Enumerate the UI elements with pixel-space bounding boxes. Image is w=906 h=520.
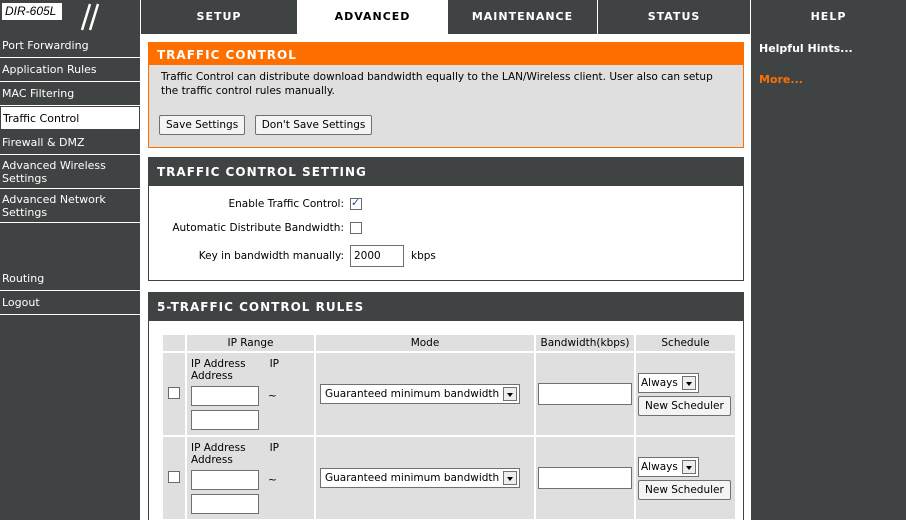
schedule-header: Schedule (636, 335, 735, 351)
ip-start-input[interactable] (191, 470, 259, 490)
manual-bandwidth-label: Key in bandwidth manually: (198, 250, 344, 262)
ip-range-header: IP Range (187, 335, 314, 351)
manual-bandwidth-row: Key in bandwidth manually: 2000 kbps (149, 245, 436, 267)
sidebar-item-label: Application Rules (2, 63, 97, 76)
sidebar-item-advanced-wireless[interactable]: Advanced Wireless Settings (0, 155, 140, 189)
auto-distribute-label: Automatic Distribute Bandwidth: (172, 222, 344, 234)
logo-slash-icon (80, 3, 100, 31)
sidebar-item-logout[interactable]: Logout (0, 291, 140, 315)
schedule-select-value: Always (641, 460, 678, 473)
mode-select-value: Guaranteed minimum bandwidth (325, 388, 500, 400)
range-separator: ~ (268, 390, 277, 402)
table-row: IP Address IP Address ~ Guaranteed minim… (163, 353, 735, 435)
main-content: TRAFFIC CONTROL Traffic Control can dist… (140, 34, 750, 520)
sidebar-item-label: Firewall & DMZ (2, 136, 85, 149)
enable-traffic-control-row: Enable Traffic Control: (149, 196, 362, 210)
sidebar-item-label: Port Forwarding (2, 39, 89, 52)
mode-select[interactable]: Guaranteed minimum bandwidth (320, 384, 521, 404)
new-scheduler-button[interactable]: New Scheduler (638, 395, 731, 416)
chevron-down-icon[interactable] (681, 459, 696, 474)
section-title: TRAFFIC CONTROL SETTING (149, 158, 743, 186)
sidebar-item-advanced-network[interactable]: Advanced Network Settings (0, 189, 140, 223)
manual-bandwidth-input[interactable]: 2000 (350, 245, 404, 267)
address-label: Address (191, 370, 233, 382)
ip-start-input[interactable] (191, 386, 259, 406)
model-logo: DIR-605L (2, 3, 62, 20)
ip-address-label: IP Address (191, 358, 246, 370)
schedule-select-value: Always (641, 376, 678, 389)
ip-label: IP (269, 442, 279, 454)
sidebar-item-traffic-control[interactable]: Traffic Control (0, 106, 140, 130)
tab-status[interactable]: STATUS (597, 0, 750, 34)
helpful-hints-panel: Helpful Hints... More... (750, 34, 906, 520)
sidebar-item-port-forwarding[interactable]: Port Forwarding (0, 34, 140, 58)
auto-distribute-checkbox[interactable] (350, 222, 362, 234)
mode-select[interactable]: Guaranteed minimum bandwidth (320, 468, 521, 488)
sidebar: Port Forwarding Application Rules MAC Fi… (0, 34, 140, 520)
rules-header-row: IP Range Mode Bandwidth(kbps) Schedule (163, 335, 735, 351)
section-title: TRAFFIC CONTROL (149, 43, 743, 65)
helpful-hints-title: Helpful Hints... (759, 42, 853, 55)
tab-advanced[interactable]: ADVANCED (297, 0, 447, 34)
dont-save-settings-button[interactable]: Don't Save Settings (254, 115, 373, 135)
save-settings-button[interactable]: Save Settings (159, 115, 246, 135)
chevron-down-icon[interactable] (503, 387, 518, 401)
bandwidth-input[interactable] (538, 383, 632, 405)
sidebar-item-label: Routing (2, 272, 45, 285)
chevron-down-icon[interactable] (681, 375, 696, 390)
enable-traffic-control-label: Enable Traffic Control: (228, 198, 344, 210)
ip-end-input[interactable] (191, 494, 259, 514)
new-scheduler-button[interactable]: New Scheduler (638, 479, 731, 500)
enable-traffic-control-checkbox[interactable] (350, 196, 362, 210)
auto-distribute-row: Automatic Distribute Bandwidth: (149, 222, 362, 234)
tab-setup[interactable]: SETUP (140, 0, 297, 34)
more-link[interactable]: More... (759, 73, 803, 86)
rules-table: IP Range Mode Bandwidth(kbps) Schedule I… (161, 333, 737, 520)
sidebar-item-firewall-dmz[interactable]: Firewall & DMZ (0, 131, 140, 155)
sidebar-item-label: MAC Filtering (2, 87, 75, 100)
logo-area: DIR-605L (0, 0, 140, 34)
bandwidth-input[interactable] (538, 467, 632, 489)
sidebar-item-label: Advanced Network Settings (2, 192, 106, 219)
bandwidth-header: Bandwidth(kbps) (536, 335, 634, 351)
sidebar-item-routing[interactable]: Routing (0, 267, 140, 291)
sidebar-item-application-rules[interactable]: Application Rules (0, 58, 140, 82)
sidebar-item-label: Traffic Control (3, 111, 80, 125)
tab-maintenance[interactable]: MAINTENANCE (447, 0, 597, 34)
table-row: IP Address IP Address ~ Guaranteed minim… (163, 437, 735, 519)
traffic-control-rules-section: 5-TRAFFIC CONTROL RULES IP Range Mode Ba… (148, 292, 744, 520)
sidebar-item-label: Advanced Wireless Settings (2, 158, 106, 185)
section-title: 5-TRAFFIC CONTROL RULES (149, 293, 743, 321)
mode-select-value: Guaranteed minimum bandwidth (325, 472, 500, 484)
ip-label: IP (269, 358, 279, 370)
chevron-down-icon[interactable] (503, 471, 518, 485)
rule-enable-checkbox[interactable] (168, 470, 180, 483)
rule-enable-checkbox[interactable] (168, 386, 180, 399)
schedule-select[interactable]: Always (638, 456, 699, 477)
ip-address-label: IP Address (191, 442, 246, 454)
address-label: Address (191, 454, 233, 466)
schedule-select[interactable]: Always (638, 372, 699, 393)
manual-bandwidth-unit: kbps (411, 250, 436, 262)
traffic-control-setting-section: TRAFFIC CONTROL SETTING Enable Traffic C… (148, 157, 744, 281)
traffic-control-section: TRAFFIC CONTROL Traffic Control can dist… (148, 42, 744, 148)
range-separator: ~ (268, 474, 277, 486)
sidebar-item-label: Logout (2, 296, 40, 309)
tab-help[interactable]: HELP (750, 0, 906, 34)
ip-end-input[interactable] (191, 410, 259, 430)
mode-header: Mode (316, 335, 534, 351)
section-description: Traffic Control can distribute download … (161, 71, 713, 97)
sidebar-item-mac-filtering[interactable]: MAC Filtering (0, 82, 140, 106)
